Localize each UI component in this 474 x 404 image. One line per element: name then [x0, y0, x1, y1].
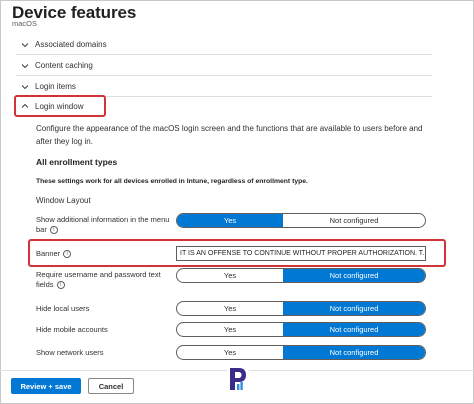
setting-label-hide-mobile-accounts: Hide mobile accounts	[36, 325, 108, 334]
toggle-require-credentials[interactable]: Yes Not configured	[176, 268, 426, 283]
subheading-window-layout: Window Layout	[36, 196, 91, 205]
setting-label-show-network-users: Show network users	[36, 348, 104, 357]
ellipsis-icon[interactable]: ···	[118, 3, 130, 17]
setting-label-hide-local-users: Hide local users	[36, 304, 90, 313]
section-label: Login items	[35, 82, 76, 91]
highlight-box-login-window	[14, 95, 106, 117]
toggle-hide-mobile-accounts[interactable]: Yes Not configured	[176, 322, 426, 337]
toggle-option-yes[interactable]: Yes	[177, 346, 283, 359]
section-content-caching[interactable]: Content caching	[16, 56, 432, 76]
toggle-option-not-configured[interactable]: Not configured	[283, 269, 425, 282]
cancel-button[interactable]: Cancel	[88, 378, 134, 394]
section-label: Content caching	[35, 61, 93, 70]
toggle-option-not-configured[interactable]: Not configured	[283, 302, 425, 315]
group-heading: All enrollment types	[36, 157, 118, 167]
toggle-show-network-users[interactable]: Yes Not configured	[176, 345, 426, 360]
site-logo-icon	[227, 364, 249, 394]
chevron-down-icon	[21, 42, 29, 47]
chevron-down-icon	[21, 84, 29, 89]
toggle-option-yes[interactable]: Yes	[177, 214, 283, 227]
section-associated-domains[interactable]: Associated domains	[16, 35, 432, 55]
info-icon[interactable]: i	[56, 281, 65, 290]
chevron-down-icon	[21, 63, 29, 68]
highlight-box-banner	[28, 239, 446, 267]
setting-label-menu-bar: Show additional information in the menu …	[36, 215, 170, 235]
toggle-menu-bar[interactable]: Yes Not configured	[176, 213, 426, 228]
info-icon[interactable]: i	[49, 226, 58, 235]
group-note: These settings work for all devices enro…	[36, 178, 308, 185]
toggle-option-not-configured[interactable]: Not configured	[283, 323, 425, 336]
toggle-option-yes[interactable]: Yes	[177, 302, 283, 315]
toggle-option-not-configured[interactable]: Not configured	[283, 214, 425, 227]
toggle-option-yes[interactable]: Yes	[177, 269, 283, 282]
section-label: Associated domains	[35, 40, 107, 49]
review-save-button[interactable]: Review + save	[11, 378, 81, 394]
section-description: Configure the appearance of the macOS lo…	[36, 124, 423, 146]
toggle-option-not-configured[interactable]: Not configured	[283, 346, 425, 359]
setting-label-require-credentials: Require username and password text field…	[36, 270, 161, 290]
section-login-items[interactable]: Login items	[16, 77, 432, 97]
page-subtitle: macOS	[12, 19, 38, 28]
toggle-hide-local-users[interactable]: Yes Not configured	[176, 301, 426, 316]
toggle-option-yes[interactable]: Yes	[177, 323, 283, 336]
